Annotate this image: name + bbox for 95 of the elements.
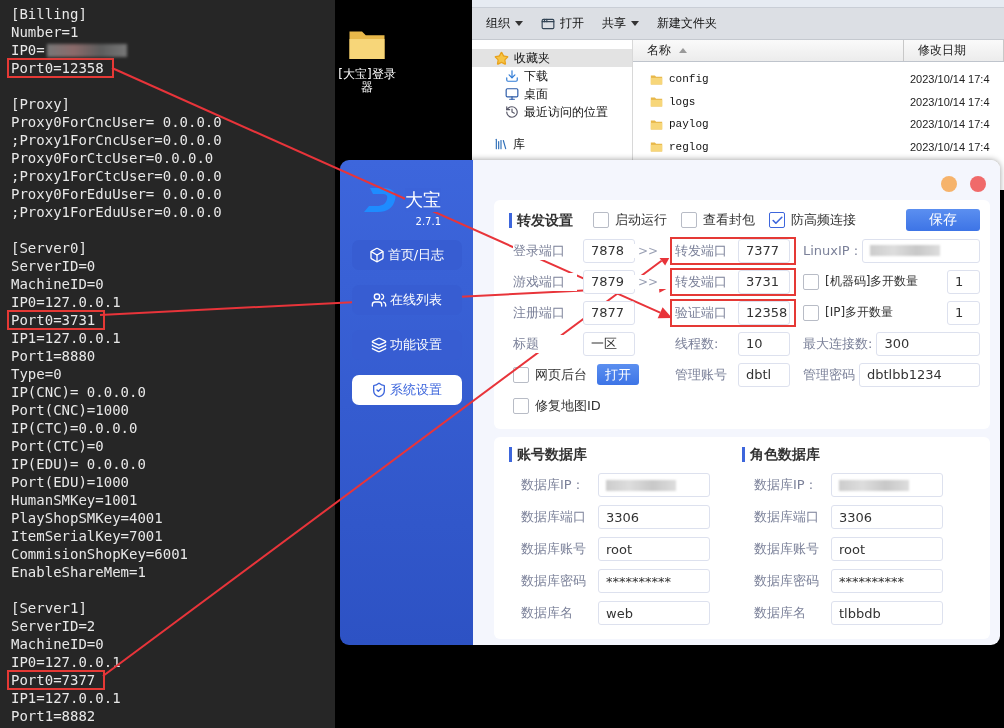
code-line: IP(CNC)= 0.0.0.0 <box>11 383 146 401</box>
version-label: 2.7.1 <box>415 216 441 227</box>
checkbox-label: [IP]多开数量 <box>825 304 894 321</box>
input-field[interactable]: 10 <box>738 331 790 356</box>
code-line: [Billing] <box>11 5 87 23</box>
code-line: Type=0 <box>11 365 62 383</box>
section-title: 账号数据库 <box>509 447 587 462</box>
code-line: MachineID=0 <box>11 275 104 293</box>
code-line: ;Proxy1ForEduUser=0.0.0.0 <box>11 203 222 221</box>
code-line: IP1=127.0.0.1 <box>11 329 121 347</box>
code-line: Proxy0ForEduUser= 0.0.0.0 <box>11 185 222 203</box>
input-field[interactable]: 7877 <box>583 300 635 325</box>
code-line: IP0=127.0.0.1 <box>11 293 121 311</box>
code-line: ;Proxy1ForCtcUser=0.0.0.0 <box>11 167 222 185</box>
input-field[interactable]: 3306 <box>598 505 710 529</box>
code-line: HumanSMKey=1001 <box>11 491 138 509</box>
code-line: ServerID=2 <box>11 617 96 635</box>
input-field[interactable]: ********** <box>598 569 710 593</box>
input-field[interactable]: tlbbdb <box>831 601 943 625</box>
code-line: PlayShopSMKey=4001 <box>11 509 163 527</box>
sidebar-item[interactable]: 系统设置 <box>351 375 462 405</box>
code-line: Proxy0ForCncUser= 0.0.0.0 <box>11 113 222 131</box>
code-line: IP1=127.0.0.1 <box>11 689 121 707</box>
input-field[interactable]: dbtl <box>738 362 790 387</box>
file-date: 2023/10/14 17:4 <box>909 118 990 131</box>
input-field[interactable]: dbtlbb1234 <box>859 362 980 387</box>
input-field[interactable]: 7879 <box>583 269 635 294</box>
code-line: IP(CTC)=0.0.0.0 <box>11 419 138 437</box>
file-name[interactable]: paylog <box>669 118 709 131</box>
toolbar-button[interactable]: 共享 <box>602 15 639 32</box>
nav-item[interactable]: 库 <box>472 135 632 153</box>
code-line: IP0=127.0.0.1 <box>11 653 121 671</box>
checkbox-label: 防高频连接 <box>791 211 856 229</box>
field-label: 最大连接数: <box>803 334 873 353</box>
field-label: 游戏端口 <box>513 272 577 291</box>
file-date: 2023/10/14 17:4 <box>909 73 990 86</box>
section-title: 转发设置 <box>509 212 573 228</box>
field-label: 管理密码 <box>803 365 855 384</box>
code-line: IP0= <box>11 41 45 59</box>
code-line: Port1=8882 <box>11 707 96 725</box>
column-header[interactable]: 修改日期 <box>904 40 1004 61</box>
code-line: Number=1 <box>11 23 79 41</box>
input-field[interactable]: 3306 <box>831 505 943 529</box>
save-button[interactable]: 保存 <box>906 209 980 231</box>
nav-item[interactable]: 最近访问的位置 <box>472 103 632 121</box>
code-line: [Server0] <box>11 239 87 257</box>
input-field[interactable]: 7878 <box>583 238 635 263</box>
code-line: Port(CNC)=1000 <box>11 401 129 419</box>
code-line: [Server1] <box>11 599 87 617</box>
input-field[interactable]: 300 <box>876 331 980 356</box>
nav-item[interactable]: 收藏夹 <box>472 49 632 67</box>
sidebar-item[interactable]: 首页/日志 <box>351 240 462 270</box>
file-name[interactable]: logs <box>669 95 696 108</box>
input-field[interactable]: root <box>831 537 943 561</box>
code-line: [Proxy] <box>11 95 70 113</box>
input-field[interactable]: 12358 <box>738 300 790 325</box>
file-date: 2023/10/14 17:4 <box>909 95 990 108</box>
code-line: Port(CTC)=0 <box>11 437 104 455</box>
open-button[interactable]: 打开 <box>597 364 639 385</box>
checkbox-label: 查看封包 <box>703 211 755 229</box>
input-field[interactable]: 一区 <box>583 331 635 356</box>
input-field[interactable]: 1 <box>947 300 980 325</box>
code-line: ItemSerialKey=7001 <box>11 527 163 545</box>
file-name[interactable]: config <box>669 73 709 86</box>
nav-item[interactable]: 桌面 <box>472 85 632 103</box>
input-field[interactable]: web <box>598 601 710 625</box>
code-line: ServerID=0 <box>11 257 96 275</box>
checkbox-label: 网页后台 <box>535 365 587 384</box>
code-line: Port(EDU)=1000 <box>11 473 129 491</box>
code-line: Proxy0ForCtcUser=0.0.0.0 <box>11 149 214 167</box>
code-line: Port1=8880 <box>11 347 96 365</box>
input-field[interactable]: 1 <box>947 269 980 294</box>
nav-item[interactable]: 下载 <box>472 67 632 85</box>
checkbox-label: [机器码]多开数量 <box>825 273 919 290</box>
toolbar-button[interactable]: 组织 <box>486 15 523 32</box>
field-label: LinuxIP : <box>803 243 859 258</box>
desktop-icon-label[interactable]: [大宝]登录器 <box>336 68 398 94</box>
checkbox-label: 修复地图ID <box>535 396 601 415</box>
toolbar-button[interactable]: 新建文件夹 <box>657 15 717 32</box>
column-header[interactable]: 名称 <box>633 40 904 61</box>
code-line: CommisionShopKey=6001 <box>11 545 188 563</box>
input-field[interactable]: ********** <box>831 569 943 593</box>
code-line: IP(EDU)= 0.0.0.0 <box>11 455 146 473</box>
checkbox-label: 启动运行 <box>615 211 667 229</box>
section-title: 角色数据库 <box>742 447 820 462</box>
input-field[interactable]: root <box>598 537 710 561</box>
input-field[interactable]: 3731 <box>738 269 790 294</box>
file-name[interactable]: reglog <box>669 140 709 153</box>
file-date: 2023/10/14 17:4 <box>909 140 990 153</box>
input-field[interactable]: 7377 <box>738 238 790 263</box>
toolbar-button[interactable]: 打开 <box>541 15 584 32</box>
code-line: EnableShareMem=1 <box>11 563 146 581</box>
code-line: ;Proxy1ForCncUser=0.0.0.0 <box>11 131 222 149</box>
code-line: MachineID=0 <box>11 635 104 653</box>
app-name: 大宝 <box>405 188 441 212</box>
